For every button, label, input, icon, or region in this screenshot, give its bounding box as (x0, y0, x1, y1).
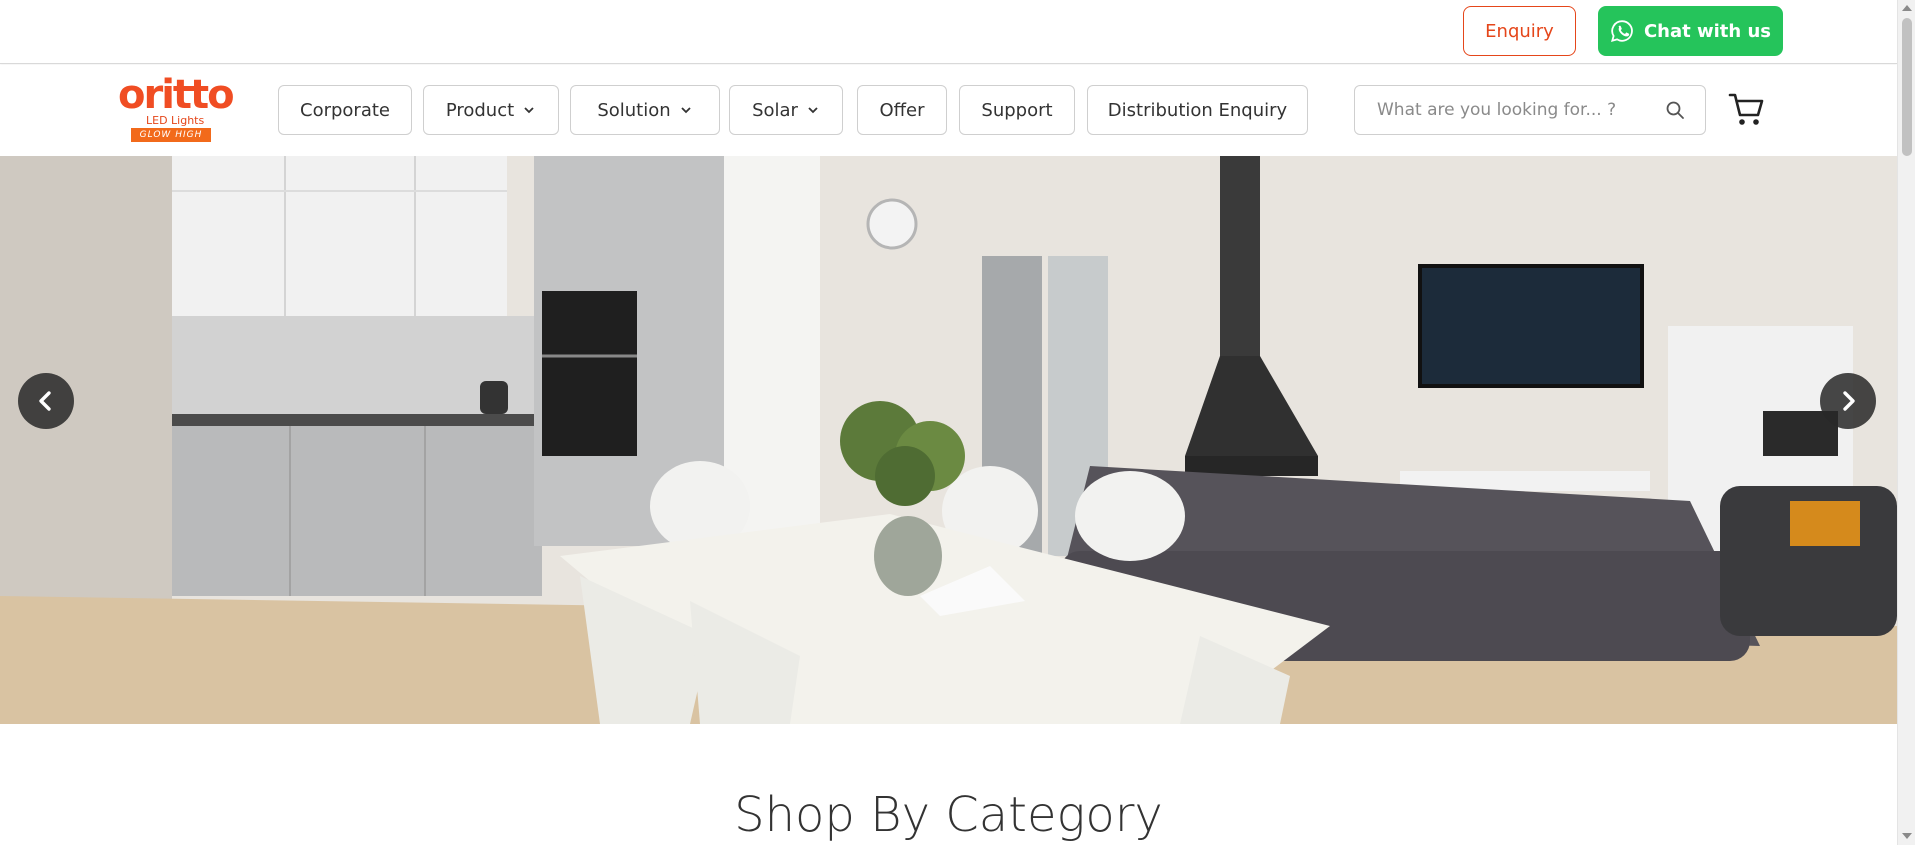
cart-icon[interactable] (1728, 89, 1764, 129)
nav-item-label: Solar (752, 99, 798, 121)
chevron-down-icon (681, 107, 691, 114)
search-box[interactable] (1354, 85, 1706, 135)
hero-image (0, 156, 1897, 724)
chat-with-us-button[interactable]: Chat with us (1598, 6, 1783, 56)
carousel-next-button[interactable] (1820, 373, 1876, 429)
chat-with-us-label: Chat with us (1643, 20, 1772, 42)
nav-item-label: Product (445, 99, 515, 121)
nav-item-solution[interactable]: Solution (570, 85, 720, 135)
chevron-down-icon (524, 107, 534, 114)
scroll-thumb[interactable] (1902, 18, 1912, 156)
logo-wordmark: oritto (118, 72, 235, 118)
nav-item-solar[interactable]: Solar (729, 85, 843, 135)
chevron-down-icon (808, 107, 818, 114)
nav-item-product[interactable]: Product (423, 85, 559, 135)
section-title: Shop By Category (734, 787, 1163, 843)
logo-subtitle: LED Lights (146, 114, 205, 127)
whatsapp-icon (1610, 20, 1633, 42)
logo-tagline: GLOW HIGH (131, 128, 211, 142)
nav-item-corporate[interactable]: Corporate (278, 85, 412, 135)
top-bar: Enquiry Chat with us (0, 0, 1897, 64)
enquiry-button[interactable]: Enquiry (1463, 6, 1576, 56)
nav-item-label: Offer (879, 99, 925, 121)
carousel-prev-button[interactable] (18, 373, 74, 429)
nav-item-support[interactable]: Support (959, 85, 1075, 135)
oritto-logo[interactable]: oritto LED Lights GLOW HIGH (118, 75, 235, 143)
nav-item-label: Corporate (300, 99, 390, 121)
nav-item-distribution-enquiry[interactable]: Distribution Enquiry (1087, 85, 1308, 135)
nav-item-label: Support (981, 99, 1053, 121)
search-icon[interactable] (1665, 100, 1685, 120)
scroll-up-arrow-icon[interactable] (1902, 5, 1912, 11)
chevron-left-icon (39, 391, 51, 411)
nav-item-label: Distribution Enquiry (1107, 99, 1288, 121)
page-scrollbar[interactable] (1897, 0, 1915, 845)
search-input[interactable] (1377, 100, 1665, 120)
nav-item-offer[interactable]: Offer (857, 85, 947, 135)
scroll-down-arrow-icon[interactable] (1902, 833, 1912, 839)
nav-item-label: Solution (597, 99, 671, 121)
hero-carousel (0, 156, 1897, 724)
chevron-right-icon (1843, 391, 1855, 411)
main-navbar: oritto LED Lights GLOW HIGH Corporate Pr… (0, 65, 1897, 156)
page: Enquiry Chat with us oritto LED Lights G… (0, 0, 1915, 845)
